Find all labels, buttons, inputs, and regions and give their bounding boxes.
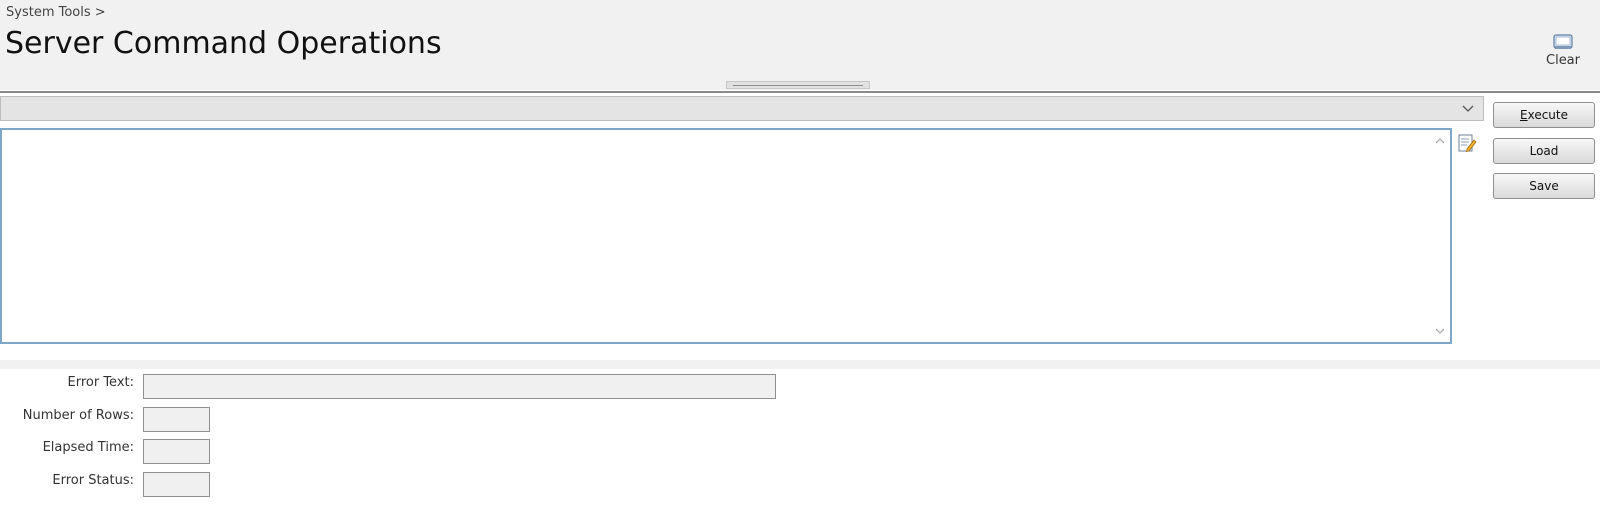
breadcrumb[interactable]: System Tools >: [6, 5, 106, 20]
error-text-label: Error Text:: [67, 375, 135, 390]
number-of-rows-field[interactable]: [143, 407, 210, 432]
splitter-grip[interactable]: [726, 81, 870, 89]
chevron-down-icon[interactable]: [1461, 102, 1475, 116]
number-of-rows-label: Number of Rows:: [22, 408, 134, 423]
command-history-select[interactable]: [0, 96, 1484, 121]
page-header: System Tools > Server Command Operations…: [0, 0, 1600, 90]
error-status-label: Error Status:: [52, 473, 134, 488]
load-button[interactable]: Load: [1493, 138, 1595, 164]
elapsed-time-label: Elapsed Time:: [42, 440, 134, 455]
server-command-page: System Tools > Server Command Operations…: [0, 0, 1600, 516]
error-status-field[interactable]: [143, 472, 210, 497]
edit-icon[interactable]: [1457, 133, 1477, 153]
results-divider: [0, 360, 1600, 369]
elapsed-time-field[interactable]: [143, 439, 210, 464]
clear-icon: [1553, 34, 1573, 49]
execute-button-label: xecute: [1527, 108, 1568, 122]
command-input[interactable]: [8, 134, 1418, 334]
editor-scrollbar[interactable]: [1430, 130, 1450, 342]
error-text-field[interactable]: [143, 374, 776, 399]
scroll-down-icon[interactable]: [1434, 326, 1446, 336]
clear-button-label: Clear: [1546, 53, 1580, 68]
command-editor[interactable]: [0, 128, 1452, 344]
header-divider: [0, 91, 1600, 93]
clear-button[interactable]: Clear: [1540, 30, 1586, 76]
execute-button[interactable]: Execute: [1493, 102, 1595, 128]
page-title: Server Command Operations: [5, 26, 442, 61]
save-button[interactable]: Save: [1493, 173, 1595, 199]
scroll-up-icon[interactable]: [1434, 136, 1446, 146]
execute-accesskey: E: [1520, 108, 1528, 122]
